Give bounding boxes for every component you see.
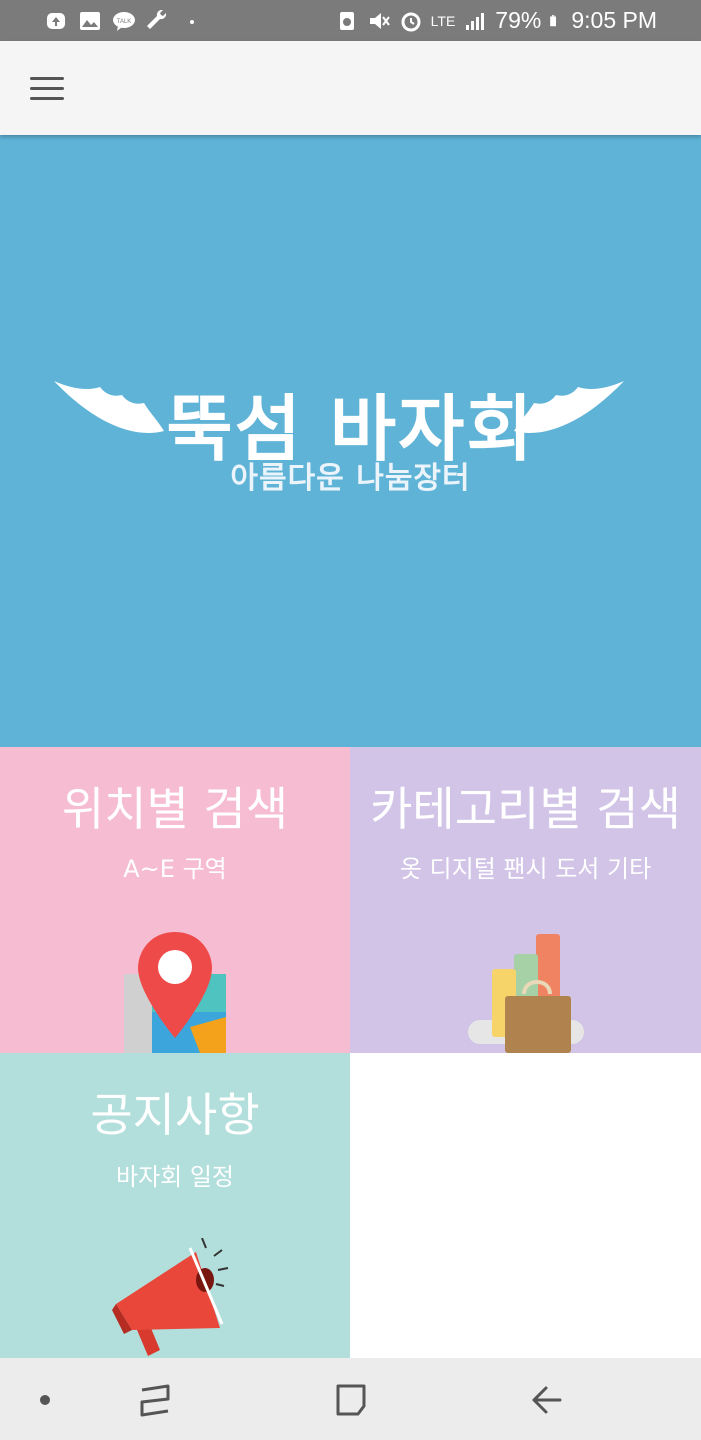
clock: 9:05 PM <box>571 7 657 33</box>
notice-tile[interactable]: 공지사항 바자회 일정 <box>0 1053 350 1358</box>
status-right-icons: LTE 79% 9:05 PM <box>335 0 657 41</box>
system-nav-bar <box>0 1358 701 1440</box>
tile-title: 위치별 검색 <box>61 782 289 836</box>
banner-subtitle: 아름다운 나눔장터 <box>230 461 471 496</box>
app-bar <box>0 41 701 135</box>
map-pin-icon <box>124 932 226 1053</box>
tile-subtitle: 옷 디지털 팬시 도서 기타 <box>399 855 652 883</box>
category-search-tile[interactable]: 카테고리별 검색 옷 디지털 팬시 도서 기타 <box>350 747 701 1053</box>
upload-icon <box>47 12 65 29</box>
wrench-icon <box>147 9 167 29</box>
battery-icon <box>550 14 557 26</box>
lte-label: LTE <box>430 12 456 29</box>
vibrate-icon <box>369 12 390 29</box>
status-bar: TALK LTE 79% 9:05 PM <box>0 0 701 41</box>
location-search-tile[interactable]: 위치별 검색 A~E 구역 <box>0 747 350 1053</box>
recent-apps-icon[interactable] <box>110 1358 200 1440</box>
hamburger-menu-icon[interactable] <box>24 69 70 109</box>
dot-icon[interactable] <box>0 1358 90 1440</box>
tile-subtitle: A~E 구역 <box>123 855 227 883</box>
kakaotalk-icon: TALK <box>113 11 135 31</box>
shopping-bag-icon <box>468 934 584 1053</box>
dot-icon <box>190 19 194 24</box>
status-left-icons: TALK <box>44 0 204 41</box>
tile-subtitle: 바자회 일정 <box>115 1163 235 1191</box>
megaphone-icon <box>112 1238 229 1356</box>
tile-title: 공지사항 <box>90 1088 260 1142</box>
recycle-icon <box>339 11 354 30</box>
back-icon[interactable] <box>502 1358 592 1440</box>
banner: 뚝섬 바자회 아름다운 나눔장터 <box>0 135 701 747</box>
svg-text:TALK: TALK <box>117 19 132 25</box>
gallery-icon <box>80 11 100 30</box>
home-icon[interactable] <box>306 1358 396 1440</box>
signal-icon <box>466 12 485 30</box>
tile-title: 카테고리별 검색 <box>370 782 681 836</box>
battery-percent: 79% <box>495 7 542 33</box>
empty-tile <box>350 1053 701 1358</box>
alarm-icon <box>401 12 421 31</box>
